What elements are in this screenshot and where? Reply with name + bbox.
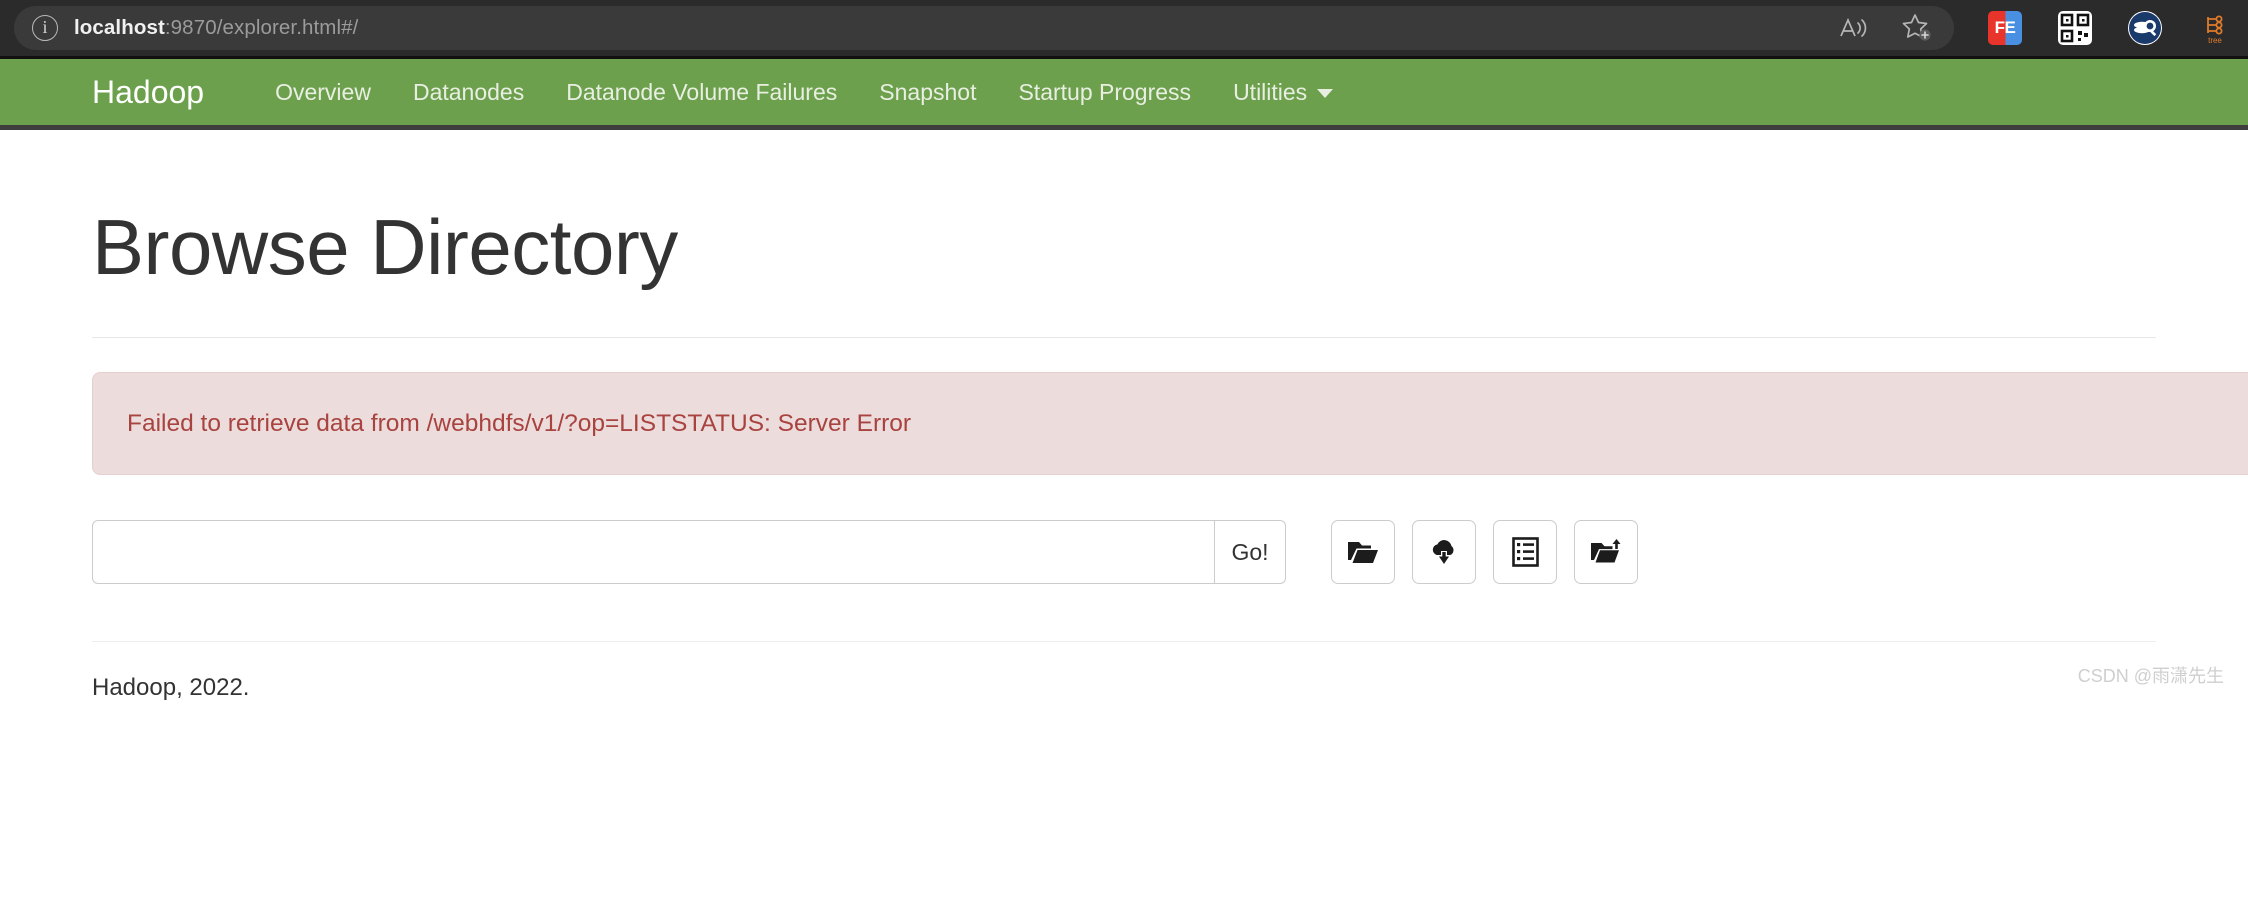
open-folder-icon[interactable] bbox=[1331, 520, 1395, 584]
omnibox-actions bbox=[1836, 11, 1940, 45]
go-button[interactable]: Go! bbox=[1215, 520, 1286, 584]
cloud-upload-icon[interactable] bbox=[1412, 520, 1476, 584]
address-bar-url: localhost:9870/explorer.html#/ bbox=[74, 16, 358, 40]
title-divider bbox=[92, 337, 2156, 338]
nav-link-snapshot[interactable]: Snapshot bbox=[858, 79, 997, 106]
nav-link-overview[interactable]: Overview bbox=[254, 79, 392, 106]
qr-code-icon[interactable] bbox=[2058, 11, 2092, 45]
browser-chrome: i localhost:9870/explorer.html#/ FE tree bbox=[0, 0, 2248, 56]
error-alert: Failed to retrieve data from /webhdfs/v1… bbox=[92, 372, 2248, 475]
read-aloud-icon[interactable] bbox=[1836, 11, 1870, 45]
create-folder-icon[interactable] bbox=[1574, 520, 1638, 584]
address-bar[interactable]: i localhost:9870/explorer.html#/ bbox=[14, 6, 1954, 50]
add-favorite-icon[interactable] bbox=[1900, 11, 1934, 45]
error-alert-message: Failed to retrieve data from /webhdfs/v1… bbox=[127, 409, 912, 437]
watermark: CSDN @雨潇先生 bbox=[2077, 666, 2224, 686]
tree-extension-icon[interactable]: tree bbox=[2198, 11, 2232, 45]
circle-badge-icon[interactable] bbox=[2128, 11, 2162, 45]
footer-text: Hadoop, 2022. bbox=[92, 674, 250, 701]
directory-action-buttons bbox=[1331, 520, 1638, 584]
list-view-icon[interactable] bbox=[1493, 520, 1557, 584]
nav-link-datanode-volume-failures[interactable]: Datanode Volume Failures bbox=[545, 79, 858, 106]
nav-link-datanodes[interactable]: Datanodes bbox=[392, 79, 545, 106]
url-path: :9870/explorer.html#/ bbox=[164, 16, 359, 39]
page-container: Browse Directory Failed to retrieve data… bbox=[0, 202, 2248, 702]
chevron-down-icon bbox=[1317, 88, 1334, 98]
nav-dropdown-utilities[interactable]: Utilities bbox=[1212, 79, 1354, 106]
tree-extension-label: tree bbox=[2208, 36, 2222, 45]
extension-toolbar: FE tree bbox=[1954, 11, 2248, 45]
page-title: Browse Directory bbox=[92, 203, 678, 291]
nav-dropdown-utilities-label: Utilities bbox=[1233, 78, 1308, 105]
path-input[interactable] bbox=[92, 520, 1215, 584]
fe-extension-icon[interactable]: FE bbox=[1988, 11, 2022, 45]
site-info-icon[interactable]: i bbox=[32, 15, 58, 41]
footer-divider bbox=[92, 641, 2156, 642]
nav-link-startup-progress[interactable]: Startup Progress bbox=[997, 79, 1212, 106]
navbar-links: Overview Datanodes Datanode Volume Failu… bbox=[254, 79, 1354, 106]
path-form-row: Go! bbox=[92, 520, 2248, 584]
path-input-group: Go! bbox=[92, 520, 1286, 584]
url-host: localhost bbox=[74, 16, 165, 39]
hadoop-navbar: Hadoop Overview Datanodes Datanode Volum… bbox=[0, 59, 2248, 130]
navbar-brand[interactable]: Hadoop bbox=[92, 74, 204, 111]
